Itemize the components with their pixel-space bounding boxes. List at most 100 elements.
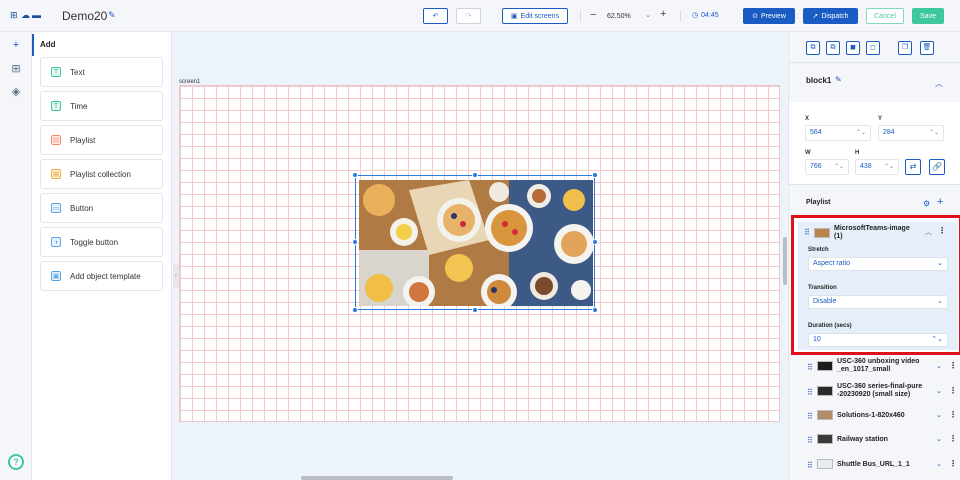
chevron-down-icon[interactable]: ⌄: [936, 387, 942, 395]
add-media-button[interactable]: +: [937, 196, 943, 208]
selected-playlist-item[interactable]: ⠿ MicrosoftTeams-image (1) ︿ ⋮ Stretch A…: [798, 222, 958, 350]
add-item-label: Add object template: [70, 271, 141, 281]
vertical-scrollbar[interactable]: [783, 237, 787, 285]
chevron-down-icon[interactable]: ⌄: [936, 411, 942, 419]
y-input[interactable]: 284 ⌃⌄: [878, 125, 944, 141]
stretch-select[interactable]: Aspect ratio ⌄: [808, 257, 948, 271]
resize-handle-w[interactable]: [352, 239, 358, 245]
horizontal-scrollbar[interactable]: [301, 476, 453, 480]
zoom-out-button[interactable]: −: [590, 9, 596, 21]
swap-size-button[interactable]: ⇄: [905, 159, 921, 175]
save-button[interactable]: Save: [912, 8, 944, 24]
help-icon[interactable]: ?: [8, 454, 24, 470]
resize-handle-se[interactable]: [592, 307, 598, 313]
add-item-playlist-collection[interactable]: ▦ Playlist collection: [40, 159, 163, 189]
x-input[interactable]: 564 ⌃⌄: [805, 125, 871, 141]
collapse-panel-handle[interactable]: ‹: [173, 264, 179, 288]
media-thumbnail: [817, 386, 833, 396]
resize-handle-e[interactable]: [592, 239, 598, 245]
add-item-label: Toggle button: [70, 237, 119, 247]
stepper-icon[interactable]: ⌃⌄: [929, 127, 939, 139]
resize-handle-n[interactable]: [472, 172, 478, 178]
drag-handle-icon[interactable]: ⠿: [807, 388, 813, 397]
add-item-label: Text: [70, 67, 85, 77]
drag-handle-icon[interactable]: ⠿: [804, 228, 810, 237]
top-bar: ⊞ ☁ ▬ Demo20 ✎ ↶ ↷ ▣ Edit screens − 62.5…: [0, 0, 960, 32]
chevron-down-icon[interactable]: ⌄: [936, 460, 942, 468]
bring-to-front-button[interactable]: ◼: [846, 41, 860, 55]
add-icon[interactable]: +: [8, 37, 24, 53]
clock-icon: ◷: [692, 12, 699, 19]
drag-handle-icon[interactable]: ⠿: [807, 461, 813, 470]
media-name: Shuttle Bus_URL_1_1: [837, 461, 910, 468]
resize-handle-s[interactable]: [472, 307, 478, 313]
lock-ratio-button[interactable]: 🔗: [929, 159, 945, 175]
undo-button[interactable]: ↶: [423, 8, 448, 24]
transition-select[interactable]: Disable ⌄: [808, 295, 948, 309]
dispatch-button[interactable]: ➚ Dispatch: [803, 8, 858, 24]
playlist-item[interactable]: ⠿ Shuttle Bus_URL_1_1 ⌄ ⋮: [803, 455, 957, 475]
button-icon: ▭: [51, 203, 61, 213]
zoom-select[interactable]: 62.50% ⌄: [602, 8, 654, 24]
playlist-item[interactable]: ⠿ Railway station ⌄ ⋮: [803, 430, 957, 450]
food-photo: [359, 180, 593, 306]
h-input[interactable]: 438 ⌃⌄: [855, 159, 899, 175]
add-item-toggle-button[interactable]: ◑ Toggle button: [40, 227, 163, 257]
playlist-item[interactable]: ⠿ Solutions-1-820x460 ⌄ ⋮: [803, 406, 957, 426]
more-options-icon[interactable]: ⋮: [949, 459, 957, 468]
image-block[interactable]: [355, 175, 595, 310]
grid-icon[interactable]: ⊞: [8, 61, 24, 77]
chevron-up-icon[interactable]: ︿: [925, 227, 932, 237]
redo-button[interactable]: ↷: [456, 8, 481, 24]
chevron-down-icon: ⌄: [937, 260, 943, 267]
chevron-up-icon[interactable]: ︿: [935, 78, 943, 89]
preview-button[interactable]: ⊙ Preview: [743, 8, 795, 24]
stepper-icon[interactable]: ⌃⌄: [856, 127, 866, 139]
resize-handle-nw[interactable]: [352, 172, 358, 178]
send-icon: ➚: [812, 13, 819, 20]
more-options-icon[interactable]: ⋮: [949, 386, 957, 395]
duration-input[interactable]: 10 ⌃⌄: [808, 333, 948, 347]
add-item-add-object-template[interactable]: ▣ Add object template: [40, 261, 163, 291]
duplicate-button[interactable]: ❐: [898, 41, 912, 55]
stepper-icon[interactable]: ⌃⌄: [931, 334, 943, 346]
cancel-button[interactable]: Cancel: [866, 8, 904, 24]
add-item-label: Button: [70, 203, 94, 213]
more-options-icon[interactable]: ⋮: [949, 434, 957, 443]
more-options-icon[interactable]: ⋮: [938, 226, 946, 235]
delete-button[interactable]: 🗑: [920, 41, 934, 55]
playlist-item[interactable]: ⠿ USC-360 unboxing video _en_1017_small ⌄ ⋮: [803, 357, 957, 377]
add-panel-title: Add: [40, 40, 56, 49]
layers-icon[interactable]: ◈: [8, 84, 24, 100]
send-to-back-button[interactable]: ◻: [866, 41, 880, 55]
more-options-icon[interactable]: ⋮: [949, 361, 957, 370]
canvas-area[interactable]: screen1 ‹: [173, 32, 787, 480]
bring-forward-button[interactable]: ⧉: [806, 41, 820, 55]
chevron-down-icon[interactable]: ⌄: [936, 362, 942, 370]
add-item-button[interactable]: ▭ Button: [40, 193, 163, 223]
chevron-down-icon[interactable]: ⌄: [936, 435, 942, 443]
drag-handle-icon[interactable]: ⠿: [807, 363, 813, 372]
resize-handle-ne[interactable]: [592, 172, 598, 178]
zoom-in-button[interactable]: +: [660, 8, 666, 20]
resize-handle-sw[interactable]: [352, 307, 358, 313]
edit-block-name-icon[interactable]: ✎: [835, 75, 842, 84]
playlist-item[interactable]: ⠿ USC-360 series-final-pure -20230920 (sm…: [803, 382, 957, 402]
drag-handle-icon[interactable]: ⠿: [807, 436, 813, 445]
stepper-icon[interactable]: ⌃⌄: [834, 161, 844, 173]
stepper-icon[interactable]: ⌃⌄: [884, 161, 894, 173]
add-item-time[interactable]: T Time: [40, 91, 163, 121]
copy-icon: ❐: [901, 44, 909, 51]
playlist-collection-icon: ▦: [51, 169, 61, 179]
add-item-playlist[interactable]: ▤ Playlist: [40, 125, 163, 155]
add-item-label: Time: [70, 101, 88, 111]
edit-screens-button[interactable]: ▣ Edit screens: [502, 8, 568, 24]
w-input[interactable]: 766 ⌃⌄: [805, 159, 849, 175]
drag-handle-icon[interactable]: ⠿: [807, 412, 813, 421]
gear-icon[interactable]: ⚙: [923, 199, 930, 208]
add-item-text[interactable]: T Text: [40, 57, 163, 87]
send-backward-button[interactable]: ⧉: [826, 41, 840, 55]
edit-title-icon[interactable]: ✎: [108, 10, 118, 20]
more-options-icon[interactable]: ⋮: [949, 410, 957, 419]
divider: [680, 10, 681, 22]
